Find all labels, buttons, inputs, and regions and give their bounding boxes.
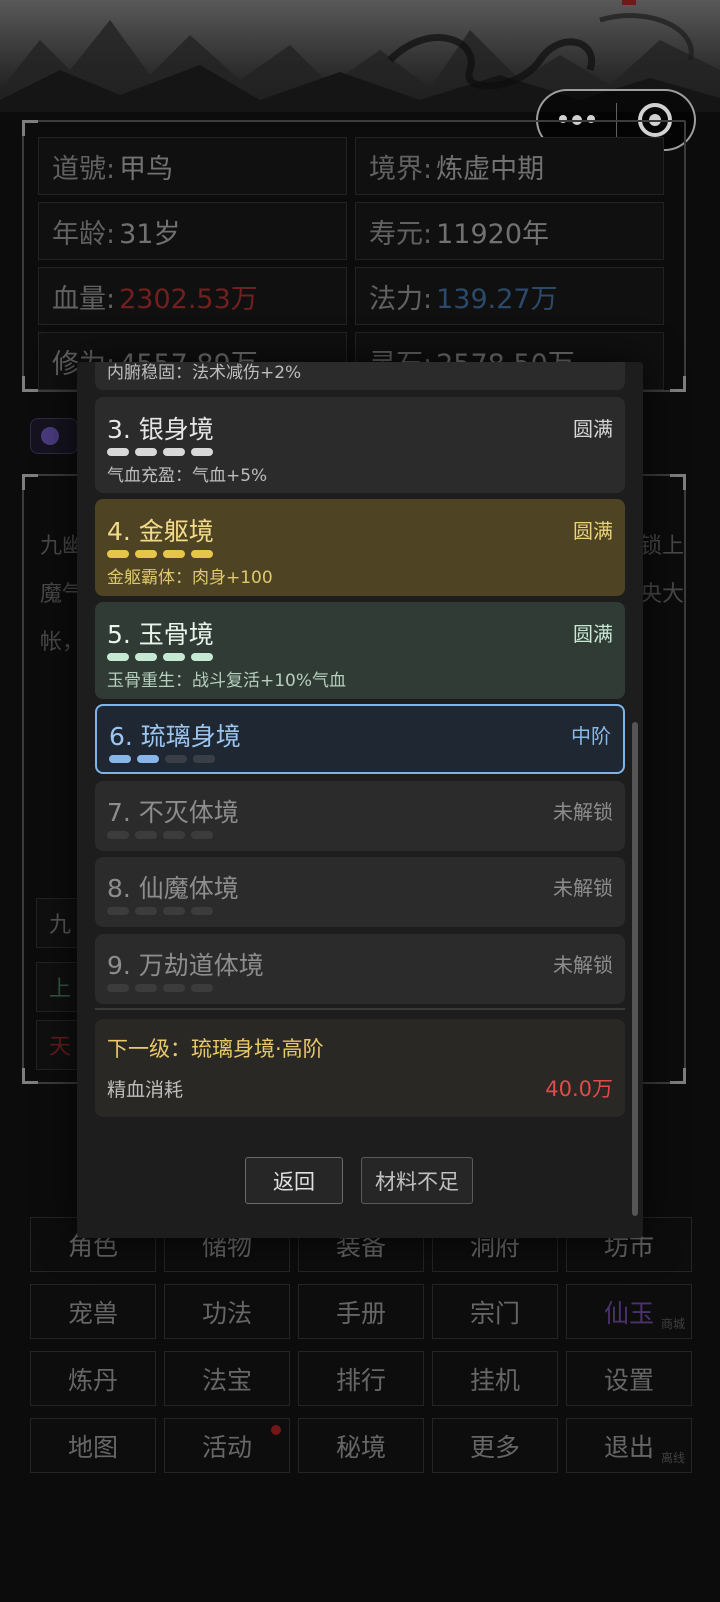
body-realm-modal: 内腑稳固：法术减伤+2% 3. 银身境 圆满 气血充盈：气血+5% 4. 金躯境… [77,362,643,1238]
tier-name: 6. 琉璃身境 [109,722,241,751]
tier-status: 未解锁 [553,800,613,824]
tier-progress [107,984,213,992]
modal-scrollbar[interactable] [632,722,638,1216]
tier-card-gold[interactable]: 4. 金躯境 圆满 金躯霸体：肉身+100 [95,499,625,596]
tier-status: 圆满 [573,519,613,543]
tier-card-locked[interactable]: 8. 仙魔体境 未解锁 [95,857,625,927]
tier-name: 4. 金躯境 [107,517,214,546]
materials-insufficient-button[interactable]: 材料不足 [361,1157,473,1204]
tier-progress [107,653,213,661]
tier-card-partial: 内腑稳固：法术减伤+2% [95,362,625,390]
tier-status: 未解锁 [553,953,613,977]
cost-value: 40.0万 [545,1077,613,1101]
tier-status: 圆满 [573,622,613,646]
back-button[interactable]: 返回 [245,1157,343,1204]
tier-name: 3. 银身境 [107,415,214,444]
tier-desc: 内腑稳固：法术减伤+2% [107,363,302,383]
tier-progress [107,907,213,915]
tier-progress [107,831,213,839]
tier-card-locked[interactable]: 7. 不灭体境 未解锁 [95,781,625,851]
tier-progress [107,448,213,456]
tier-status: 中阶 [571,724,611,748]
next-level-title: 下一级：琉璃身境·高阶 [107,1037,324,1061]
tier-name: 9. 万劫道体境 [107,951,264,980]
tier-desc: 玉骨重生：战斗复活+10%气血 [107,671,347,691]
tier-name: 8. 仙魔体境 [107,874,239,903]
modal-divider [95,1008,625,1010]
tier-desc: 金躯霸体：肉身+100 [107,568,273,588]
tier-desc: 气血充盈：气血+5% [107,466,268,486]
tier-name: 5. 玉骨境 [107,620,214,649]
tier-status: 圆满 [573,417,613,441]
tier-card-jade[interactable]: 5. 玉骨境 圆满 玉骨重生：战斗复活+10%气血 [95,602,625,699]
tier-card-current[interactable]: 6. 琉璃身境 中阶 [95,704,625,774]
cost-label: 精血消耗 [107,1079,184,1101]
tier-status: 未解锁 [553,876,613,900]
tier-progress [109,755,215,763]
tier-card-locked[interactable]: 9. 万劫道体境 未解锁 [95,934,625,1004]
tier-card-silver[interactable]: 3. 银身境 圆满 气血充盈：气血+5% [95,397,625,493]
next-level-panel: 下一级：琉璃身境·高阶 精血消耗 40.0万 [95,1019,625,1117]
tier-progress [107,550,213,558]
tier-name: 7. 不灭体境 [107,798,239,827]
